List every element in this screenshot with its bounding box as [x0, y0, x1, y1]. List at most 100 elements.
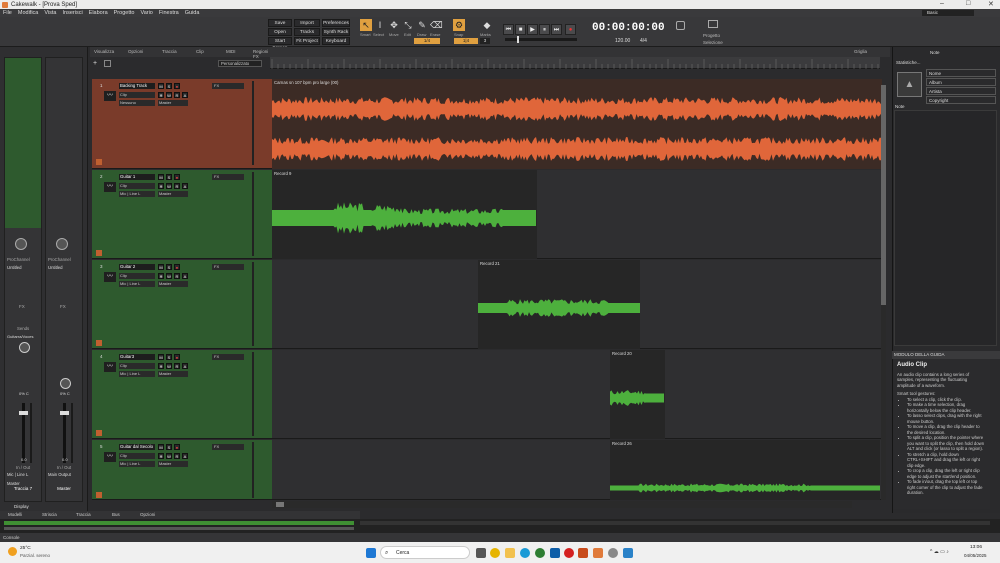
mute-button[interactable]: M [158, 174, 164, 180]
input-select[interactable]: Mic | Line L [7, 472, 28, 477]
explorer-icon[interactable] [505, 548, 515, 558]
fit-project-button[interactable]: Fit Project [294, 37, 320, 45]
solo-button[interactable]: S [166, 354, 172, 360]
timeline-ruler[interactable] [270, 57, 880, 69]
record-arm-button[interactable]: ● [174, 83, 180, 89]
display-tab[interactable]: Display [14, 504, 29, 509]
menu-finestra[interactable]: Finestra [156, 10, 182, 16]
menu-regioni-fx[interactable]: Regioni FX [253, 49, 270, 59]
input-selector[interactable]: Mic | Line L [119, 371, 155, 377]
gain-knob[interactable] [15, 238, 27, 250]
tracks-button[interactable]: Tracks [294, 28, 320, 36]
project-option[interactable]: Progetto [703, 33, 720, 38]
clip-backing[interactable]: Carnas sn 107 bpm pro large (00) [272, 79, 882, 169]
track-toggle-icon[interactable] [96, 159, 102, 165]
prop-album[interactable]: Album [926, 78, 996, 86]
menu-midi[interactable]: MIDI [226, 49, 236, 54]
read-button[interactable]: R [174, 363, 180, 369]
record-arm-button[interactable]: ● [174, 264, 180, 270]
minimize-icon[interactable]: – [940, 0, 944, 7]
solo-button[interactable]: S [166, 174, 172, 180]
menu-traccia[interactable]: Traccia [162, 49, 177, 54]
record-arm-button[interactable]: ● [174, 174, 180, 180]
clip-selector[interactable]: Clip [119, 363, 155, 369]
write-button[interactable]: W [166, 183, 172, 189]
selection-option[interactable]: Selezione [703, 40, 723, 45]
workspace-selector[interactable]: Basic [922, 10, 974, 16]
gain-knob-master[interactable] [56, 238, 68, 250]
store-icon[interactable] [550, 548, 560, 558]
grid-icon[interactable] [104, 60, 111, 67]
mute-button[interactable]: M [158, 264, 164, 270]
automation-button[interactable]: A [182, 273, 188, 279]
add-track-icon[interactable]: + [93, 60, 100, 67]
rewind-button[interactable]: ⏮ [503, 24, 514, 35]
stop-button[interactable]: ■ [515, 24, 526, 35]
input-selector[interactable]: Mic | Line L [119, 461, 155, 467]
clip-selector[interactable]: Clip [119, 453, 155, 459]
tab-bus[interactable]: Bus [112, 512, 120, 517]
output-selector[interactable]: Master [158, 281, 188, 287]
windows-start-icon[interactable] [366, 548, 376, 558]
synth-rack-button[interactable]: Synth Rack [322, 28, 350, 36]
snap-icon[interactable]: ⚙ [453, 19, 465, 31]
read-button[interactable]: R [174, 273, 180, 279]
record-arm-button[interactable]: ● [174, 354, 180, 360]
import-button[interactable]: Import [294, 19, 320, 27]
track-toggle-icon[interactable] [96, 430, 102, 436]
freeze-button[interactable]: ❄ [158, 183, 164, 189]
automation-button[interactable]: A [182, 183, 188, 189]
pan-knob-master[interactable] [60, 378, 71, 389]
app-icon-extra[interactable] [623, 548, 633, 558]
clip-selector[interactable]: Clip [119, 183, 155, 189]
read-button[interactable]: R [174, 183, 180, 189]
tab-opzioni[interactable]: Opzioni [140, 512, 155, 517]
preset-dropdown[interactable]: Personalizzato [218, 60, 262, 67]
menu-vista[interactable]: Vista [41, 10, 59, 16]
menu-clip[interactable]: Clip [196, 49, 204, 54]
fx-bin[interactable]: FX [212, 174, 244, 180]
read-button[interactable]: R [174, 453, 180, 459]
cakewalk-taskbar-icon[interactable] [593, 548, 603, 558]
automation-button[interactable]: A [182, 363, 188, 369]
track-name[interactable]: Guitar 2 [119, 264, 155, 270]
track-fader[interactable] [19, 403, 28, 463]
tab-striscia[interactable]: Striscia [42, 512, 57, 517]
write-button[interactable]: W [166, 273, 172, 279]
write-button[interactable]: W [166, 92, 172, 98]
keyboard-button[interactable]: Keyboard [322, 37, 350, 45]
marks-icon[interactable]: ◆ [481, 19, 493, 31]
menu-visualizza[interactable]: Visualizza [94, 49, 114, 54]
draw-tool-icon[interactable]: ✎ [416, 19, 428, 31]
edge-icon[interactable] [520, 548, 530, 558]
edit-tool-icon[interactable]: ⤡ [402, 19, 414, 31]
track-name[interactable]: Backing Track [119, 83, 155, 89]
track-toggle-icon[interactable] [96, 340, 102, 346]
clip-record-21[interactable]: Record 21 [478, 260, 640, 349]
save-button[interactable]: Save [268, 19, 292, 27]
fx-bin[interactable]: FX [212, 83, 244, 89]
tempo-display[interactable]: 120.00 [615, 38, 630, 44]
output-selector[interactable]: Master [158, 371, 188, 377]
solo-button[interactable]: S [166, 83, 172, 89]
snap-value[interactable]: 1/4 [414, 38, 440, 44]
freeze-button[interactable]: ❄ [158, 273, 164, 279]
mute-button[interactable]: M [158, 444, 164, 450]
clip-record-26[interactable]: Record 26 [610, 440, 880, 500]
pause-button[interactable]: ⏸ [539, 24, 550, 35]
erase-tool-icon[interactable]: ⌫ [430, 19, 443, 31]
settings-icon[interactable] [608, 548, 618, 558]
record-arm-button[interactable]: ● [174, 444, 180, 450]
tab-traccia[interactable]: Traccia [76, 512, 91, 517]
ffwd-button[interactable]: ⏭ [551, 24, 562, 35]
track-name[interactable]: Guitar 1 [119, 174, 155, 180]
input-selector[interactable]: Mic | Line L [119, 281, 155, 287]
tab-modelli[interactable]: Modelli [8, 512, 22, 517]
prop-nome[interactable]: Nome [926, 69, 996, 77]
fx-bin[interactable]: FX [212, 264, 244, 270]
opera-icon[interactable] [564, 548, 574, 558]
record-button[interactable]: ● [565, 24, 576, 35]
menu-vario[interactable]: Vario [137, 10, 155, 16]
notes-area[interactable] [894, 110, 997, 346]
start-screen-button[interactable]: Start Screen [268, 37, 292, 51]
